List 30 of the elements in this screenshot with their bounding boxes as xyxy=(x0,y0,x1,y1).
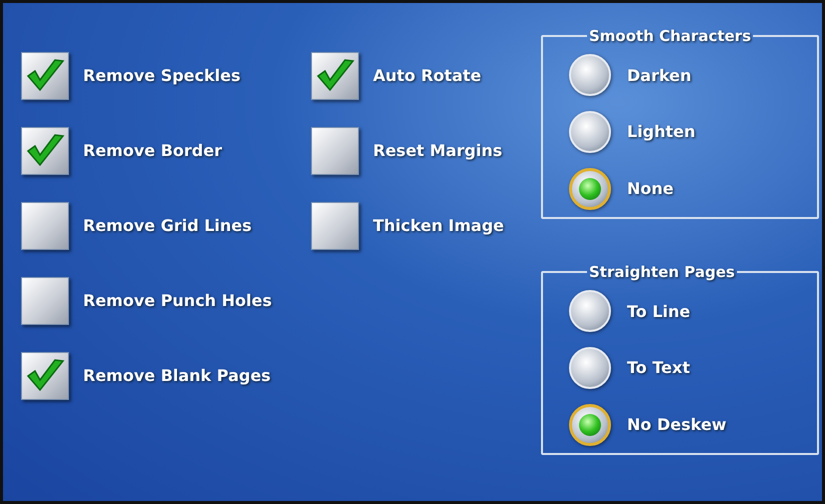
radio-button[interactable] xyxy=(569,404,611,446)
checkbox-label: Remove Speckles xyxy=(83,66,240,85)
checkbox[interactable] xyxy=(21,52,69,100)
checkbox-label: Thicken Image xyxy=(373,216,504,235)
radio-label: None xyxy=(627,179,674,198)
radio-label: To Text xyxy=(627,358,690,378)
group-title: Smooth Characters xyxy=(588,27,752,45)
checkbox-label: Remove Punch Holes xyxy=(83,291,272,310)
checkbox[interactable] xyxy=(21,126,69,174)
checkbox[interactable] xyxy=(311,52,359,100)
checkbox-label: Remove Blank Pages xyxy=(83,366,271,385)
radio-label: Darken xyxy=(627,66,692,85)
checkbox[interactable] xyxy=(21,202,69,250)
radio-label: Lighten xyxy=(627,122,696,142)
radio-button[interactable] xyxy=(569,168,611,210)
checkmark-icon xyxy=(25,358,65,394)
checkbox-label: Auto Rotate xyxy=(373,66,482,85)
checkbox[interactable] xyxy=(21,276,69,324)
checkbox-label: Remove Border xyxy=(83,141,222,160)
checkbox-label: Reset Margins xyxy=(373,141,502,160)
group-title: Straighten Pages xyxy=(588,263,736,281)
radio-label: No Deskew xyxy=(627,415,726,434)
checkmark-icon xyxy=(25,132,65,168)
checkbox[interactable] xyxy=(311,202,359,250)
checkbox-label: Remove Grid Lines xyxy=(83,216,252,235)
checkbox[interactable] xyxy=(311,126,359,174)
checkmark-icon xyxy=(315,58,355,94)
checkmark-icon xyxy=(25,58,65,94)
radio-label: To Line xyxy=(627,302,690,321)
checkbox[interactable] xyxy=(21,352,69,400)
